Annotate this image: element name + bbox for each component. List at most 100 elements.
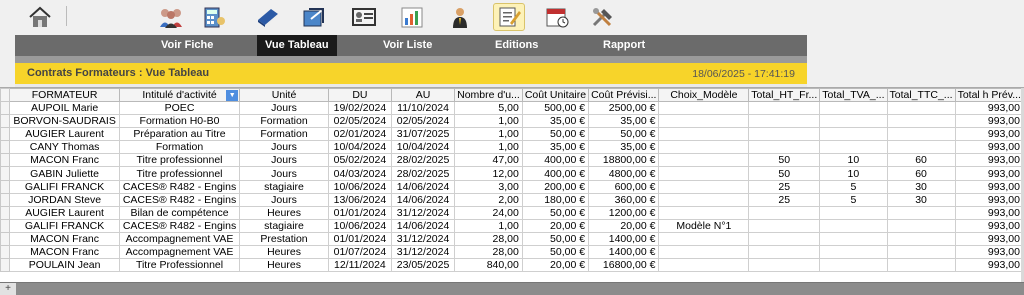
- table-cell[interactable]: 993,00: [954, 205, 1024, 220]
- table-cell[interactable]: 993,00: [954, 140, 1024, 155]
- table-cell[interactable]: [748, 140, 821, 155]
- table-cell[interactable]: [819, 100, 888, 116]
- table-cell[interactable]: 24,00: [454, 205, 523, 220]
- table-cell[interactable]: [819, 245, 888, 260]
- row-selector[interactable]: [0, 218, 11, 233]
- add-row-icon[interactable]: +: [0, 283, 16, 295]
- table-cell[interactable]: [819, 205, 888, 220]
- table-cell[interactable]: 35,00 €: [588, 114, 660, 129]
- table-cell[interactable]: [819, 218, 888, 233]
- table-row[interactable]: AUGIER Laurent Préparation au Titre Format…: [0, 127, 1024, 142]
- book-icon[interactable]: [254, 4, 282, 30]
- col-header-nombre[interactable]: Nombre d'u...: [454, 88, 523, 102]
- table-cell[interactable]: [658, 179, 750, 194]
- table-cell[interactable]: 02/05/2024: [327, 114, 392, 129]
- table-cell[interactable]: [886, 245, 956, 260]
- edit-icon[interactable]: [493, 3, 525, 31]
- table-cell[interactable]: CANY Thomas: [9, 140, 120, 155]
- table-cell[interactable]: Titre professionnel: [118, 166, 241, 181]
- table-cell[interactable]: 10: [819, 166, 888, 181]
- col-header-intitule[interactable]: Intitulé d'activité ▼: [118, 88, 241, 102]
- table-cell[interactable]: Accompagnement VAE: [118, 231, 241, 247]
- table-cell[interactable]: POEC: [118, 100, 241, 116]
- users-icon[interactable]: [157, 4, 185, 30]
- table-cell[interactable]: 600,00 €: [588, 179, 660, 194]
- table-cell[interactable]: 20,00 €: [588, 218, 660, 233]
- table-cell[interactable]: GALIFI FRANCK: [9, 179, 120, 194]
- row-selector[interactable]: [0, 127, 11, 142]
- export-icon[interactable]: [300, 4, 328, 30]
- calendar-icon[interactable]: [543, 4, 571, 30]
- row-selector[interactable]: [0, 140, 11, 155]
- table-cell[interactable]: [886, 100, 956, 116]
- table-cell[interactable]: 25: [748, 192, 821, 207]
- table-cell[interactable]: 2,00: [454, 192, 523, 207]
- row-selector[interactable]: [0, 245, 11, 260]
- table-cell[interactable]: [658, 166, 750, 181]
- person-icon[interactable]: [446, 4, 474, 30]
- row-selector[interactable]: [0, 192, 11, 207]
- table-cell[interactable]: [886, 140, 956, 155]
- table-cell[interactable]: 25: [748, 179, 821, 194]
- nav-editions[interactable]: Editions: [487, 35, 546, 56]
- table-cell[interactable]: [658, 153, 750, 168]
- table-cell[interactable]: [658, 127, 750, 142]
- table-cell[interactable]: JORDAN Steve: [9, 192, 120, 207]
- table-cell[interactable]: 400,00 €: [521, 166, 590, 181]
- table-cell[interactable]: Accompagnement VAE: [118, 245, 241, 260]
- table-cell[interactable]: Formation: [239, 127, 329, 142]
- table-row[interactable]: JORDAN Steve CACES® R482 - Engins Jours 13/…: [0, 192, 1024, 207]
- table-cell[interactable]: Bilan de compétence: [118, 205, 241, 220]
- table-cell[interactable]: 993,00: [954, 245, 1024, 260]
- row-selector[interactable]: [0, 179, 11, 194]
- bar-chart-icon[interactable]: [398, 4, 426, 30]
- table-cell[interactable]: 50,00 €: [521, 127, 590, 142]
- table-cell[interactable]: [819, 127, 888, 142]
- table-cell[interactable]: [748, 258, 821, 273]
- table-cell[interactable]: 12,00: [454, 166, 523, 181]
- table-cell[interactable]: [819, 140, 888, 155]
- col-header-total-ht[interactable]: Total_HT_Fr...: [748, 88, 821, 102]
- table-cell[interactable]: [748, 245, 821, 260]
- table-cell[interactable]: 1400,00 €: [588, 231, 660, 247]
- table-row[interactable]: POULAIN Jean Titre Professionnel Heures 12/…: [0, 258, 1024, 273]
- table-cell[interactable]: stagiaire: [239, 179, 329, 194]
- table-cell[interactable]: [658, 205, 750, 220]
- table-cell[interactable]: 993,00: [954, 231, 1024, 247]
- col-header-total-tva[interactable]: Total_TVA_...: [819, 88, 888, 102]
- nav-vue-tableau[interactable]: Vue Tableau: [257, 35, 337, 56]
- table-cell[interactable]: [658, 114, 750, 129]
- table-cell[interactable]: 360,00 €: [588, 192, 660, 207]
- table-cell[interactable]: 28,00: [454, 231, 523, 247]
- table-cell[interactable]: 1,00: [454, 140, 523, 155]
- table-cell[interactable]: 23/05/2025: [390, 258, 456, 273]
- table-cell[interactable]: 993,00: [954, 127, 1024, 142]
- table-cell[interactable]: 5: [819, 192, 888, 207]
- row-selector[interactable]: [0, 114, 11, 129]
- table-cell[interactable]: [748, 127, 821, 142]
- table-cell[interactable]: 50,00 €: [521, 231, 590, 247]
- table-cell[interactable]: [658, 245, 750, 260]
- nav-voir-liste[interactable]: Voir Liste: [375, 35, 440, 56]
- table-cell[interactable]: 50: [748, 166, 821, 181]
- table-cell[interactable]: Titre Professionnel: [118, 258, 241, 273]
- table-cell[interactable]: 01/07/2024: [327, 245, 392, 260]
- col-header-cout-previsionnel[interactable]: Coût Prévisi...: [588, 88, 660, 102]
- calculator-icon[interactable]: [200, 4, 228, 30]
- table-cell[interactable]: GALIFI FRANCK: [9, 218, 120, 233]
- table-cell[interactable]: [748, 114, 821, 129]
- table-cell[interactable]: 28/02/2025: [390, 166, 456, 181]
- col-header-du[interactable]: DU: [327, 88, 392, 102]
- table-cell[interactable]: 50,00 €: [521, 245, 590, 260]
- table-cell[interactable]: 10/06/2024: [327, 218, 392, 233]
- table-cell[interactable]: 31/12/2024: [390, 231, 456, 247]
- table-cell[interactable]: [886, 258, 956, 273]
- row-selector[interactable]: [0, 205, 11, 220]
- table-row[interactable]: GABIN Juliette Titre professionnel Jours 04…: [0, 166, 1024, 181]
- table-row[interactable]: BORVON-SAUDRAIS Formation H0-B0 Formation 0…: [0, 114, 1024, 129]
- table-cell[interactable]: [886, 231, 956, 247]
- col-header-total-h-prev[interactable]: Total h Prév...: [954, 88, 1024, 102]
- table-cell[interactable]: 02/01/2024: [327, 127, 392, 142]
- table-cell[interactable]: 12/11/2024: [327, 258, 392, 273]
- table-cell[interactable]: 1200,00 €: [588, 205, 660, 220]
